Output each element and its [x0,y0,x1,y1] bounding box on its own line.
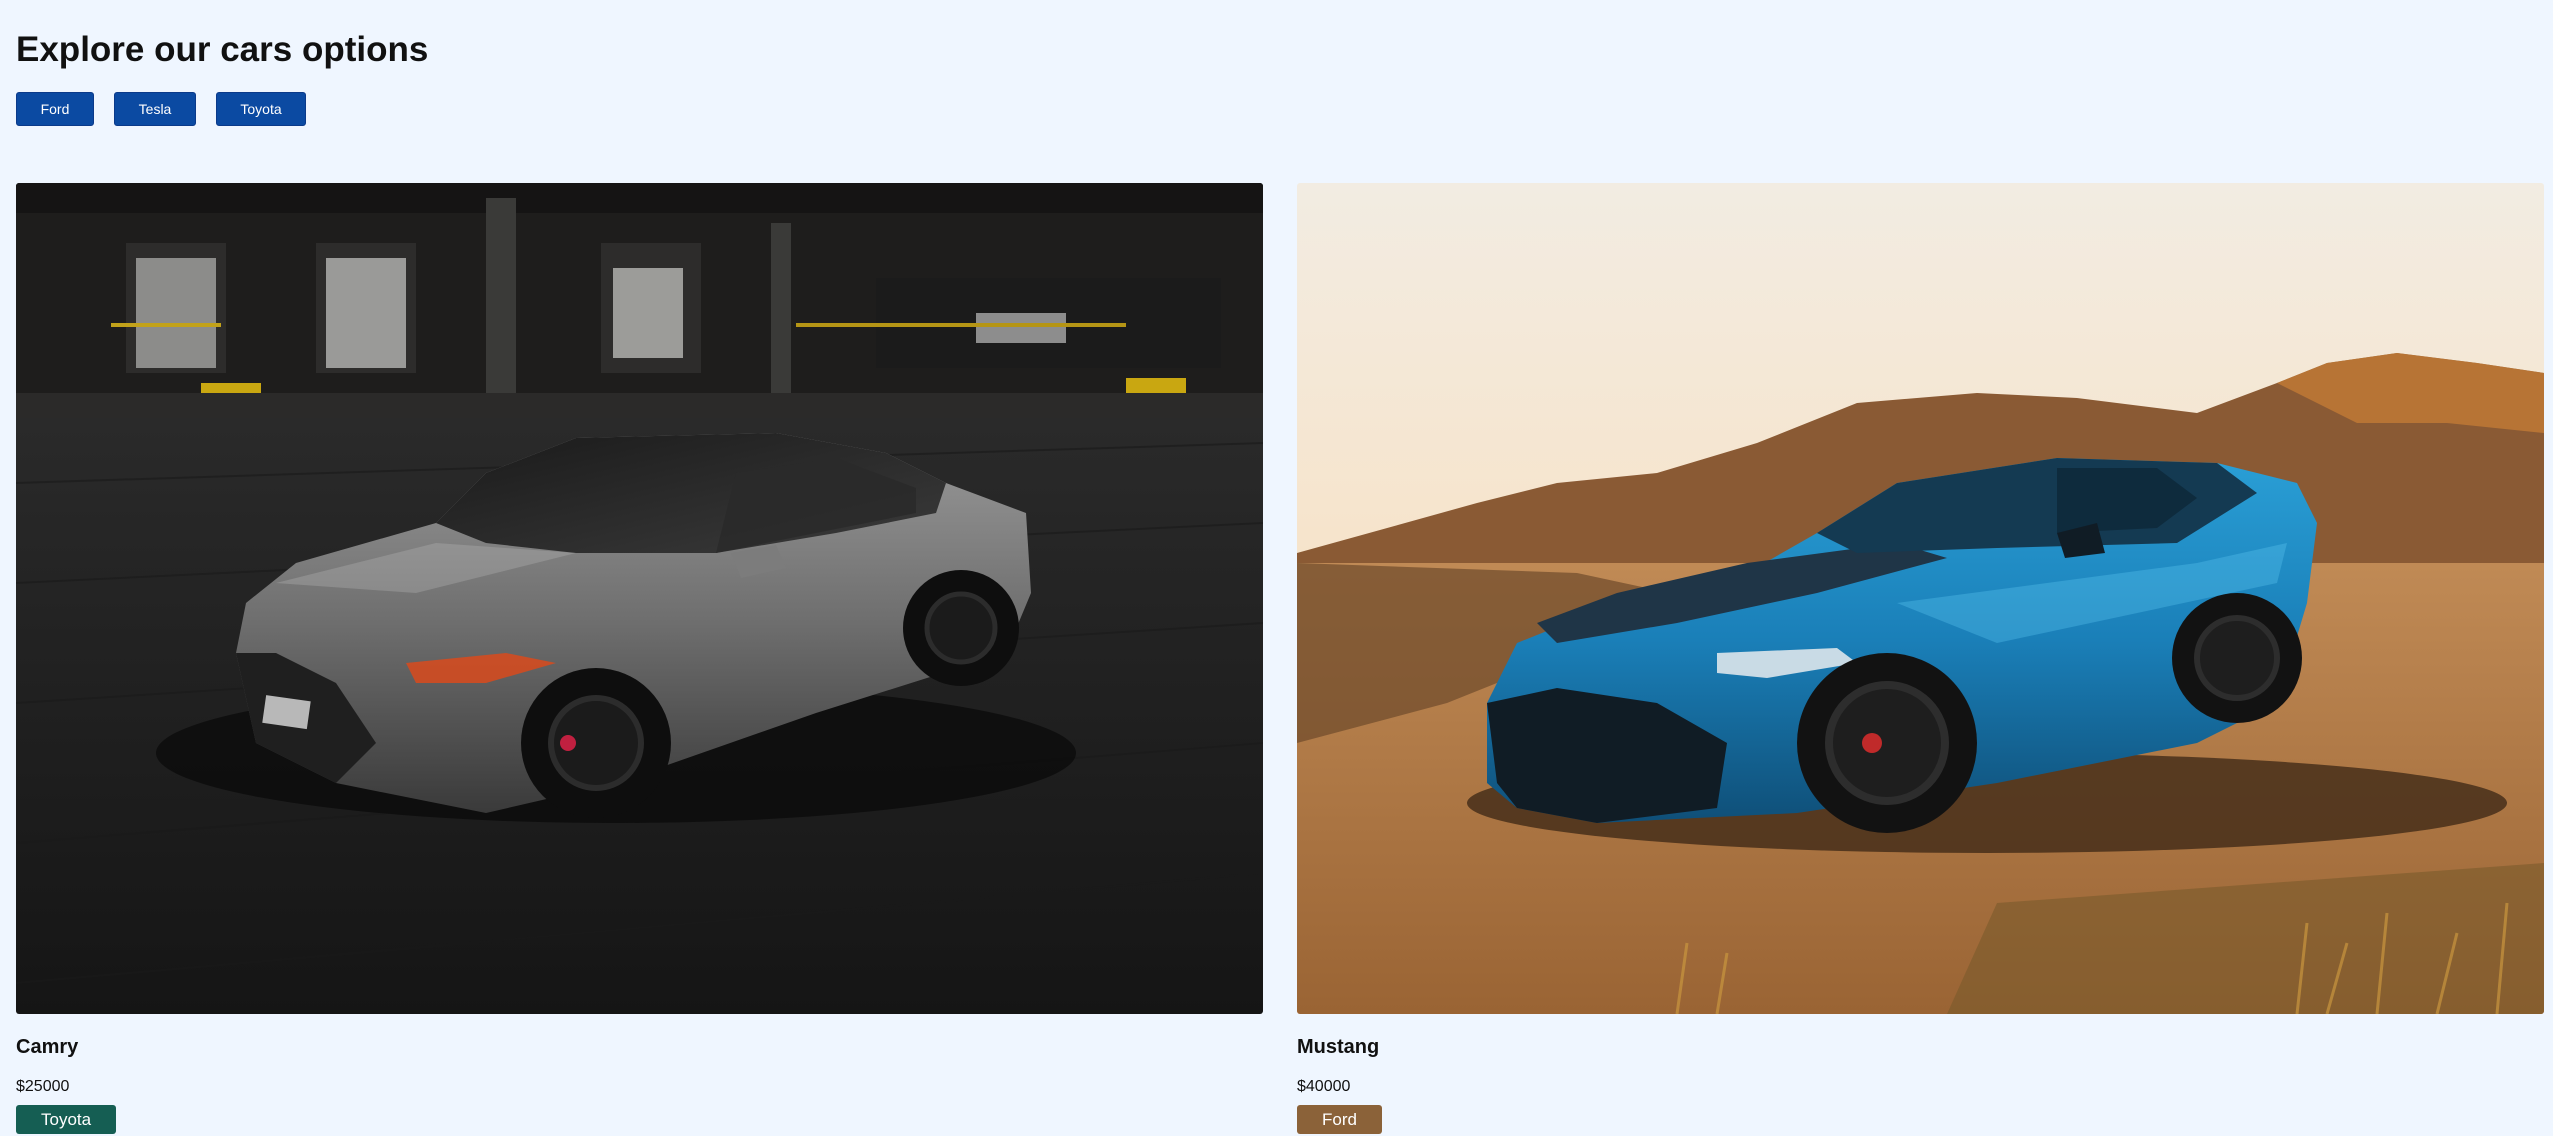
page-title: Explore our cars options [16,30,429,69]
brand-badge-ford: Ford [1297,1105,1382,1134]
brand-filter-bar: Ford Tesla Toyota [16,92,306,126]
car-photo-camry [16,183,1263,1014]
car-photo-mustang [1297,183,2544,1014]
car-price: $40000 [1297,1078,1351,1095]
brand-badge-toyota: Toyota [16,1105,117,1134]
filter-button-tesla[interactable]: Tesla [114,92,196,126]
car-name: Camry [16,1036,79,1058]
filter-button-ford[interactable]: Ford [16,92,94,126]
car-price: $25000 [16,1078,70,1095]
page: Explore our cars options Ford Tesla Toyo… [0,0,2553,1136]
car-name: Mustang [1297,1036,1380,1058]
filter-button-toyota[interactable]: Toyota [216,92,306,126]
car-card-mustang: Mustang $40000 Ford [1297,183,2544,1134]
car-card-camry: Camry $25000 Toyota [16,183,1263,1134]
